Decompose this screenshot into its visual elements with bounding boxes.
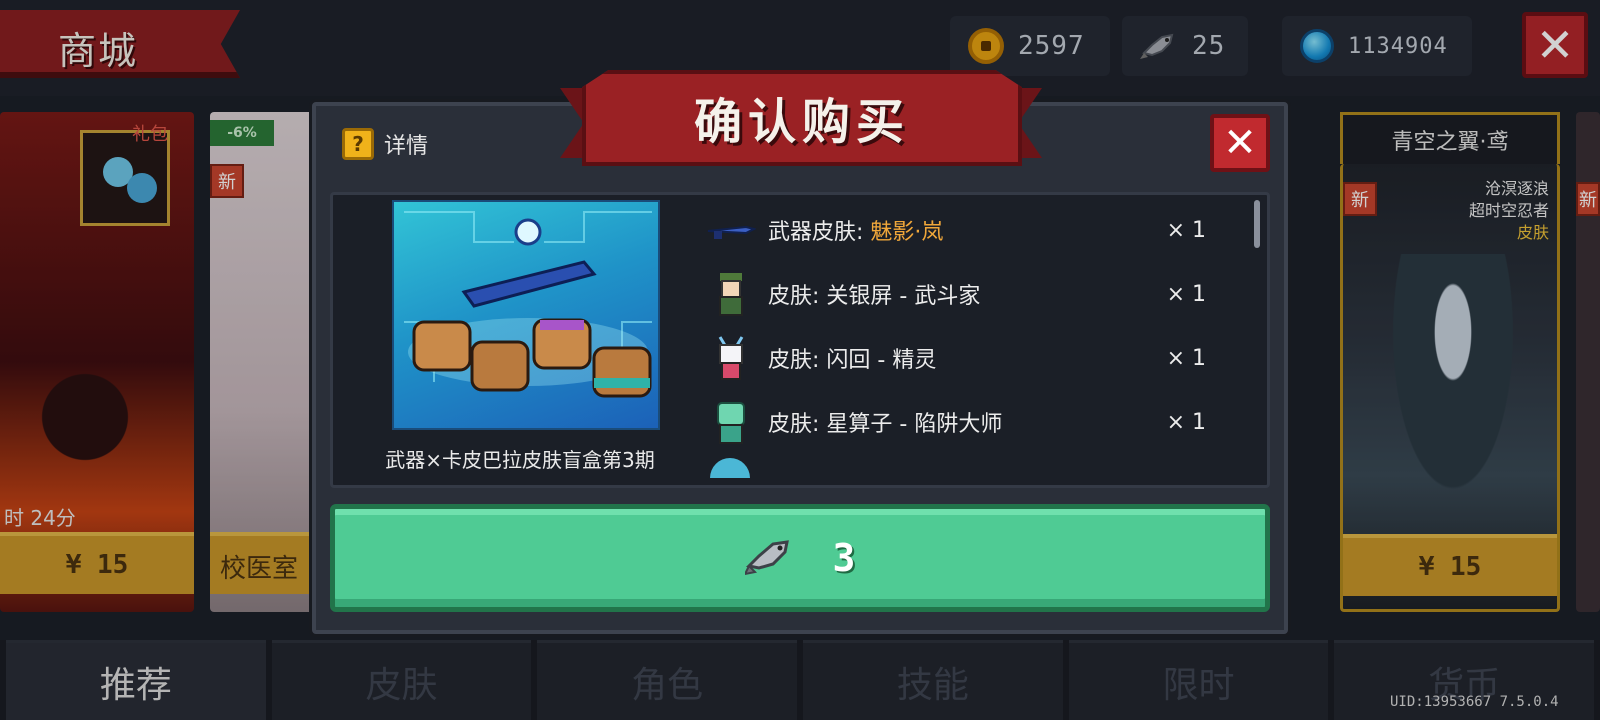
item-prefix: 武器皮肤:: [768, 220, 871, 245]
confirm-buy-button[interactable]: 3: [330, 504, 1270, 612]
dialog-title: 确认购买: [693, 94, 910, 150]
reward-list[interactable]: 武器皮肤: 魅影·岚 × 1 皮肤: 关银屏 - 武斗家 × 1 皮肤: 闪回 …: [706, 200, 1226, 480]
fish-icon: [742, 536, 793, 580]
weapon-skin-icon: [706, 205, 757, 255]
list-scrollbar[interactable]: [1254, 200, 1260, 248]
details-header: ? 详情: [342, 128, 428, 160]
next-item-peek: [710, 458, 750, 478]
item-quantity: × 1: [1166, 281, 1206, 307]
item-highlight: 魅影·岚: [870, 220, 944, 245]
item-name: 皮肤: 星算子 - 陷阱大师: [768, 412, 1003, 437]
list-item: 皮肤: 关银屏 - 武斗家 × 1: [706, 266, 1226, 322]
item-quantity: × 1: [1166, 345, 1206, 371]
character-skin-icon: [706, 333, 756, 383]
item-name: 武器皮肤: 魅影·岚: [768, 214, 1146, 246]
character-skin-icon: [706, 269, 756, 319]
character-skin-icon: [706, 397, 756, 447]
item-quantity: × 1: [1166, 409, 1206, 435]
blind-box-name: 武器×卡皮巴拉皮肤盲盒第3期: [385, 448, 655, 472]
close-icon: ✕: [1223, 120, 1257, 166]
close-dialog-button[interactable]: ✕: [1210, 114, 1270, 172]
question-icon: ?: [342, 128, 374, 160]
list-item: 皮肤: 星算子 - 陷阱大师 × 1: [706, 394, 1226, 450]
blind-box-preview-image: [392, 200, 660, 430]
details-label: 详情: [384, 134, 429, 159]
list-item: 皮肤: 闪回 - 精灵 × 1: [706, 330, 1226, 386]
item-name: 皮肤: 关银屏 - 武斗家: [768, 284, 981, 309]
buy-price: 3: [832, 536, 856, 580]
item-name: 皮肤: 闪回 - 精灵: [768, 348, 937, 373]
list-item: 武器皮肤: 魅影·岚 × 1: [706, 202, 1226, 258]
item-quantity: × 1: [1166, 217, 1206, 243]
